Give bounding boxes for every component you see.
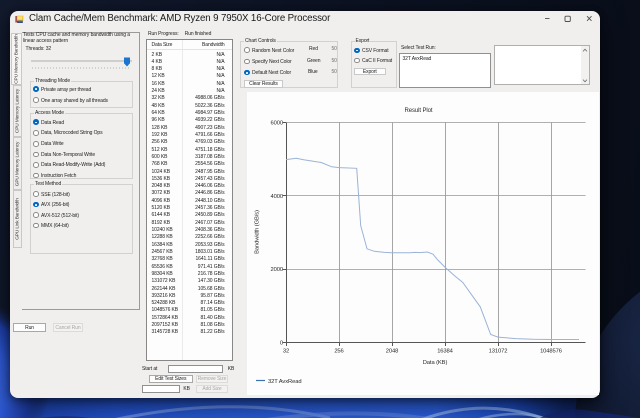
- svg-text:2000: 2000: [271, 267, 284, 273]
- svg-text:131072: 131072: [489, 349, 508, 355]
- svg-text:16384: 16384: [437, 349, 453, 355]
- svg-text:2048: 2048: [386, 349, 399, 355]
- svg-text:256: 256: [334, 349, 343, 355]
- svg-text:32T AvxRead: 32T AvxRead: [268, 379, 302, 385]
- svg-text:6000: 6000: [271, 121, 284, 127]
- svg-text:1048576: 1048576: [540, 349, 562, 355]
- svg-text:32: 32: [283, 349, 289, 355]
- svg-text:0: 0: [280, 341, 283, 347]
- svg-text:Bandwidth (GB/s): Bandwidth (GB/s): [255, 210, 261, 254]
- svg-text:Result Plot: Result Plot: [405, 108, 433, 114]
- svg-text:Data (KB): Data (KB): [423, 360, 448, 366]
- svg-text:4000: 4000: [271, 194, 284, 200]
